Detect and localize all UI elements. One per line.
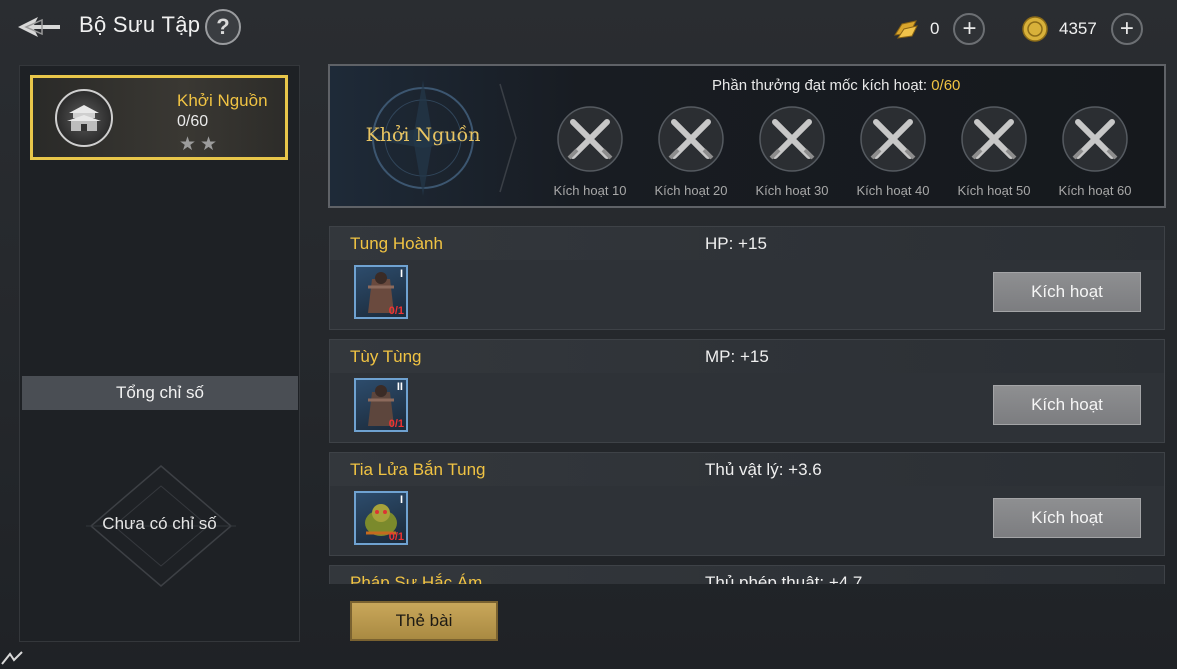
item-name: Tùy Tùng [350,347,422,366]
milestone-reward-banner: Khởi Nguồn Phần thưởng đạt mốc kích hoạt… [328,64,1166,208]
back-arrow-icon[interactable] [16,12,62,42]
item-stat: Thủ phép thuật: +4.7 [705,573,863,584]
list-item: Tia Lửa Bắn Tung Thủ vật lý: +3.6 I 0/1 … [329,452,1165,556]
game-logo-icon [1,651,23,665]
item-count: 0/1 [388,418,404,430]
coin-icon [1022,16,1048,42]
gold-bar-currency: 0 + [892,13,986,45]
list-item: Tùy Tùng MP: +15 II 0/1 Kích hoạt [329,339,1165,443]
item-stat: Thủ vật lý: +3.6 [705,460,822,479]
item-slot[interactable]: I 0/1 [354,491,408,545]
coin-currency: 4357 + [1021,13,1143,45]
milestone-20[interactable]: Kích hoạt 20 [646,104,736,198]
milestone-50[interactable]: Kích hoạt 50 [949,104,1039,198]
list-item-header: Tùy Tùng MP: +15 [330,340,1164,373]
reward-collection-name: Khởi Nguồn [365,124,481,146]
reward-header-label: Phần thưởng đạt mốc kích hoạt: [712,77,928,94]
add-coin-button[interactable]: + [1110,13,1143,45]
crossed-swords-icon [658,106,724,172]
gold-bar-value: 0 [930,19,940,38]
collection-item-list[interactable]: Tung Hoành HP: +15 I 0/1 Kích hoạt Tùy T… [329,226,1165,584]
list-item: Tung Hoành HP: +15 I 0/1 Kích hoạt [329,226,1165,330]
collection-card-selected[interactable]: Khởi Nguồn 0/60 ★★ [30,75,288,160]
reward-header: Phần thưởng đạt mốc kích hoạt: 0/60 [712,77,960,94]
crossed-swords-icon [557,106,623,172]
milestone-40[interactable]: Kích hoạt 40 [848,104,938,198]
collection-name: Khởi Nguồn [177,91,268,110]
pagoda-emblem-icon [55,89,113,147]
milestone-label: Kích hoạt 10 [553,183,627,198]
milestone-label: Kích hoạt 60 [1058,183,1132,198]
tab-total-stats[interactable]: Tổng chỉ số [22,376,298,410]
reward-progress: 0/60 [931,77,961,94]
milestone-label: Kích hoạt 40 [856,183,930,198]
gold-bar-icon [894,20,918,39]
activate-button[interactable]: Kích hoạt [993,385,1141,425]
activate-button[interactable]: Kích hoạt [993,498,1141,538]
milestone-label: Kích hoạt 20 [654,183,728,198]
crossed-swords-icon [1062,106,1128,172]
star-rating: ★★ [179,134,222,155]
item-name: Pháp Sư Hắc Ám [350,573,483,584]
item-name: Tung Hoành [350,234,443,253]
item-tier: II [396,381,403,393]
help-button[interactable]: ? [205,9,241,45]
milestone-60[interactable]: Kích hoạt 60 [1050,104,1140,198]
crossed-swords-icon [961,106,1027,172]
item-stat: MP: +15 [705,347,769,366]
collection-progress: 0/60 [177,113,209,130]
add-gold-bar-button[interactable]: + [953,13,986,45]
top-bar: Bộ Sưu Tập ? 0 + 4357 + [0,0,1177,58]
item-stat: HP: +15 [705,234,767,253]
item-slot[interactable]: I 0/1 [354,265,408,319]
no-stats-text: Chưa có chỉ số [102,514,217,533]
item-tier: I [399,494,403,506]
list-item-header: Tung Hoành HP: +15 [330,227,1164,260]
crossed-swords-icon [860,106,926,172]
milestone-30[interactable]: Kích hoạt 30 [747,104,837,198]
list-item-header: Tia Lửa Bắn Tung Thủ vật lý: +3.6 [330,453,1164,486]
list-item-header: Pháp Sư Hắc Ám Thủ phép thuật: +4.7 [330,566,1164,584]
item-count: 0/1 [388,531,404,543]
milestone-label: Kích hoạt 50 [957,183,1031,198]
coin-value: 4357 [1059,19,1097,38]
page-title: Bộ Sưu Tập [79,12,201,37]
item-tier: I [399,268,403,280]
item-slot[interactable]: II 0/1 [354,378,408,432]
list-item: Pháp Sư Hắc Ám Thủ phép thuật: +4.7 [329,565,1165,584]
item-name: Tia Lửa Bắn Tung [350,460,486,479]
collection-sidebar: Khởi Nguồn 0/60 ★★ Tổng chỉ số Chưa có c… [19,65,300,642]
item-count: 0/1 [388,305,404,317]
milestone-10[interactable]: Kích hoạt 10 [545,104,635,198]
activate-button[interactable]: Kích hoạt [993,272,1141,312]
crossed-swords-icon [759,106,825,172]
milestone-label: Kích hoạt 30 [755,183,829,198]
card-button[interactable]: Thẻ bài [350,601,498,641]
